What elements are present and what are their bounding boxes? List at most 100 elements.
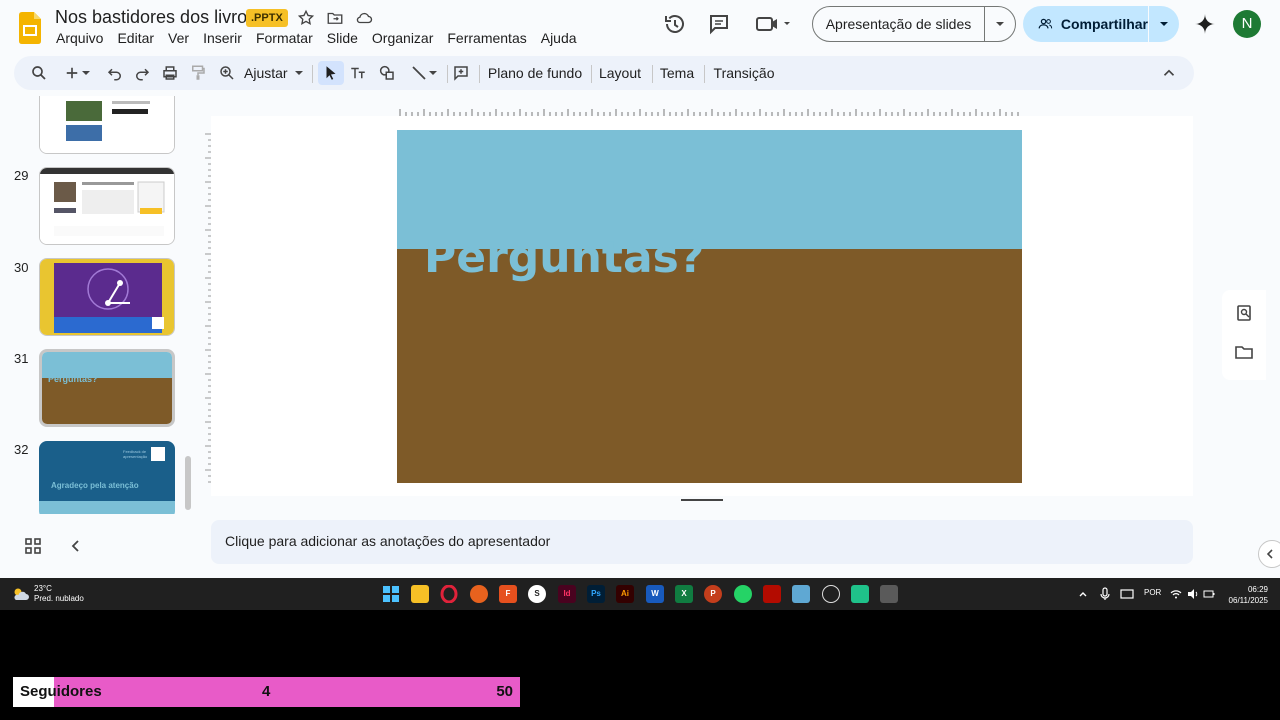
gemini-sparkle-icon[interactable]	[1193, 12, 1217, 36]
speaker-notes[interactable]: Clique para adicionar as anotações do ap…	[211, 520, 1193, 564]
menu-slide[interactable]: Slide	[327, 30, 358, 46]
current-slide[interactable]: Perguntas?	[397, 130, 1022, 483]
windows-taskbar: 23°C Pred. nublado F S Id Ps Ai W X P PO…	[0, 578, 1280, 610]
app-s-icon[interactable]: S	[528, 585, 546, 603]
collapse-toolbar-button[interactable]	[1158, 61, 1180, 85]
thumbnail-29-preview	[40, 168, 174, 244]
wifi-icon[interactable]	[1170, 588, 1182, 600]
weather-widget[interactable]: 23°C Pred. nublado	[12, 584, 84, 604]
redo-button[interactable]	[131, 61, 153, 85]
filmstrip-scrollbar[interactable]	[185, 456, 191, 510]
move-folder-icon[interactable]	[326, 9, 344, 27]
followers-goal-bar: Seguidores 4 50	[13, 677, 520, 707]
file-explorer-icon[interactable]	[411, 585, 429, 603]
opera-icon[interactable]	[440, 584, 458, 604]
slideshow-button[interactable]: Apresentação de slides	[812, 6, 1016, 42]
slideshow-label[interactable]: Apresentação de slides	[813, 7, 985, 41]
background-button[interactable]: Plano de fundo	[488, 61, 582, 85]
slide-filmstrip[interactable]: 29 30 31 Perguntas? 32 Feedback de apres…	[0, 96, 198, 514]
calculator-icon[interactable]	[880, 585, 898, 603]
menu-editar[interactable]: Editar	[117, 30, 154, 46]
layout-button[interactable]: Layout	[598, 61, 642, 85]
text-box-button[interactable]	[347, 61, 369, 85]
shape-button[interactable]	[376, 61, 398, 85]
transition-button[interactable]: Transição	[714, 61, 775, 85]
expand-side-panel-button[interactable]	[1258, 540, 1280, 568]
zoom-button[interactable]	[216, 61, 238, 85]
word-icon[interactable]: W	[646, 585, 664, 603]
menu-organizar[interactable]: Organizar	[372, 30, 433, 46]
undo-button[interactable]	[104, 61, 126, 85]
keep-notes-icon[interactable]	[1234, 303, 1254, 323]
slide-thumbnail-32[interactable]: Feedback de apresentação Agradeço pela a…	[39, 441, 175, 514]
share-button[interactable]: Compartilhar	[1023, 6, 1179, 42]
chevron-up-icon	[1163, 69, 1175, 76]
input-language[interactable]: POR	[1144, 588, 1161, 597]
comments-icon[interactable]	[707, 12, 731, 36]
grid-view-icon[interactable]	[23, 536, 43, 556]
slide-title[interactable]: Perguntas?	[424, 232, 704, 283]
menu-ajuda[interactable]: Ajuda	[541, 30, 577, 46]
zoom-select[interactable]: Ajustar	[244, 61, 306, 85]
folder-icon[interactable]	[1234, 342, 1254, 362]
caret-down-icon	[82, 71, 90, 75]
document-title[interactable]: Nos bastidores dos livros	[55, 7, 256, 28]
battery-icon[interactable]	[1203, 588, 1215, 600]
thumbnail-32-title: Agradeço pela atenção	[51, 481, 139, 490]
theme-button[interactable]: Tema	[658, 61, 696, 85]
system-clock[interactable]: 06:29 06/11/2025	[1224, 584, 1268, 606]
notepad-icon[interactable]	[792, 585, 810, 603]
windows-start-icon[interactable]	[382, 585, 400, 603]
line-icon	[412, 66, 426, 80]
menu-ferramentas[interactable]: Ferramentas	[447, 30, 526, 46]
slides-logo-icon[interactable]	[19, 12, 41, 44]
slide-thumbnail-29[interactable]	[39, 167, 175, 245]
menu-ver[interactable]: Ver	[168, 30, 189, 46]
notes-resize-handle[interactable]	[681, 499, 723, 501]
select-tool-button[interactable]	[318, 61, 344, 85]
followers-label: Seguidores	[20, 683, 102, 700]
slide-thumbnail-30[interactable]	[39, 258, 175, 336]
slideshow-dropdown[interactable]	[985, 19, 1015, 29]
chevron-left-icon	[1266, 549, 1273, 559]
excel-icon[interactable]: X	[675, 585, 693, 603]
illustrator-icon[interactable]: Ai	[616, 585, 634, 603]
file-type-badge: .PPTX	[246, 9, 288, 27]
acrobat-icon[interactable]	[763, 585, 781, 603]
meet-video-icon[interactable]	[755, 12, 791, 36]
slide-thumbnail-28[interactable]	[39, 96, 175, 154]
microphone-icon[interactable]	[1100, 587, 1110, 601]
menu-arquivo[interactable]: Arquivo	[56, 30, 103, 46]
volume-icon[interactable]	[1187, 588, 1199, 600]
share-dropdown[interactable]	[1149, 19, 1179, 29]
whatsapp-icon[interactable]	[734, 585, 752, 603]
chevron-up-icon[interactable]	[1078, 589, 1088, 599]
new-slide-button[interactable]	[58, 61, 96, 85]
cloud-status-icon[interactable]	[355, 9, 373, 27]
share-main[interactable]: Compartilhar	[1023, 6, 1149, 42]
slide-thumbnail-31[interactable]: Perguntas?	[39, 349, 175, 427]
avatar[interactable]: N	[1233, 10, 1261, 38]
powerpoint-icon[interactable]: P	[704, 585, 722, 603]
line-button[interactable]	[406, 61, 442, 85]
thumbnail-31-title: Perguntas?	[48, 374, 98, 384]
collapse-filmstrip-icon[interactable]	[66, 536, 86, 556]
indesign-icon[interactable]: Id	[558, 585, 576, 603]
app-green-icon[interactable]	[851, 585, 869, 603]
app-circle-icon[interactable]	[822, 585, 840, 603]
add-comment-button[interactable]	[450, 61, 472, 85]
weather-temperature: 23°C	[34, 584, 52, 593]
menu-inserir[interactable]: Inserir	[203, 30, 242, 46]
print-button[interactable]	[159, 61, 181, 85]
foxit-icon[interactable]: F	[499, 585, 517, 603]
firefox-icon[interactable]	[470, 585, 488, 603]
star-icon[interactable]	[297, 9, 315, 27]
version-history-icon[interactable]	[663, 12, 687, 36]
paint-format-button[interactable]	[187, 61, 209, 85]
search-menus-button[interactable]	[28, 61, 50, 85]
photoshop-icon[interactable]: Ps	[587, 585, 605, 603]
keyboard-icon[interactable]	[1120, 588, 1134, 600]
weather-description: Pred. nublado	[34, 594, 84, 603]
menu-formatar[interactable]: Formatar	[256, 30, 313, 46]
zoom-icon	[220, 66, 234, 80]
